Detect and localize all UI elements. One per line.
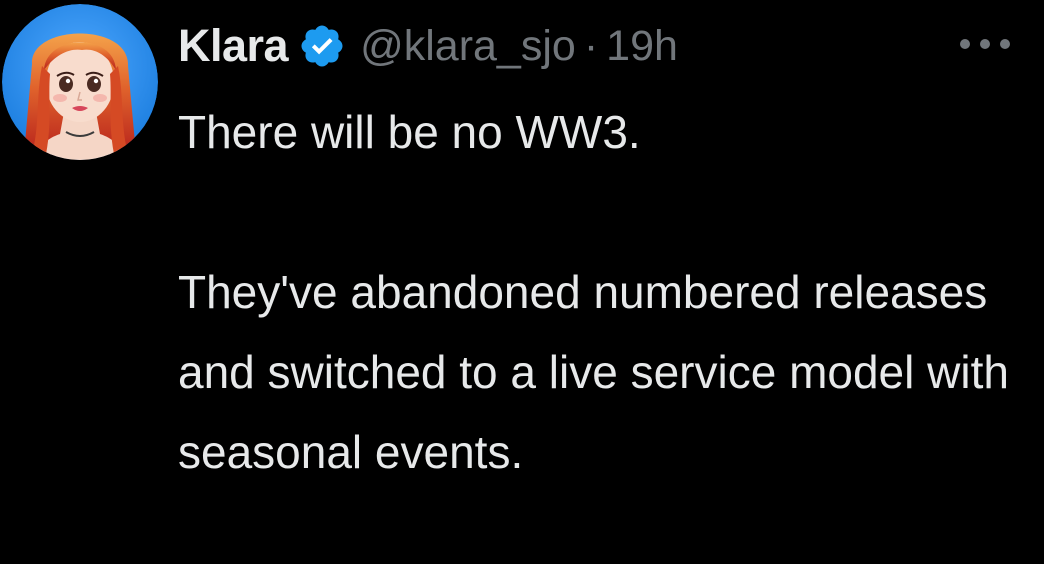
verified-badge-icon <box>298 22 346 70</box>
tweet-paragraph-1: There will be no WW3. <box>178 106 641 158</box>
tweet-header: Klara @klara_sjo · 19h <box>178 14 678 78</box>
avatar[interactable] <box>2 4 158 160</box>
avatar-illustration-icon <box>2 4 158 160</box>
tweet-text: There will be no WW3. They've abandoned … <box>178 92 1028 492</box>
display-name[interactable]: Klara <box>178 20 289 72</box>
more-options-icon[interactable] <box>950 22 1020 66</box>
timestamp[interactable]: 19h <box>606 22 678 71</box>
user-handle[interactable]: @klara_sjo <box>360 22 576 71</box>
tweet[interactable]: Klara @klara_sjo · 19h There will be no … <box>0 0 1044 564</box>
separator-dot: · <box>583 21 599 70</box>
tweet-paragraph-2: They've abandoned numbered releases and … <box>178 266 1009 478</box>
